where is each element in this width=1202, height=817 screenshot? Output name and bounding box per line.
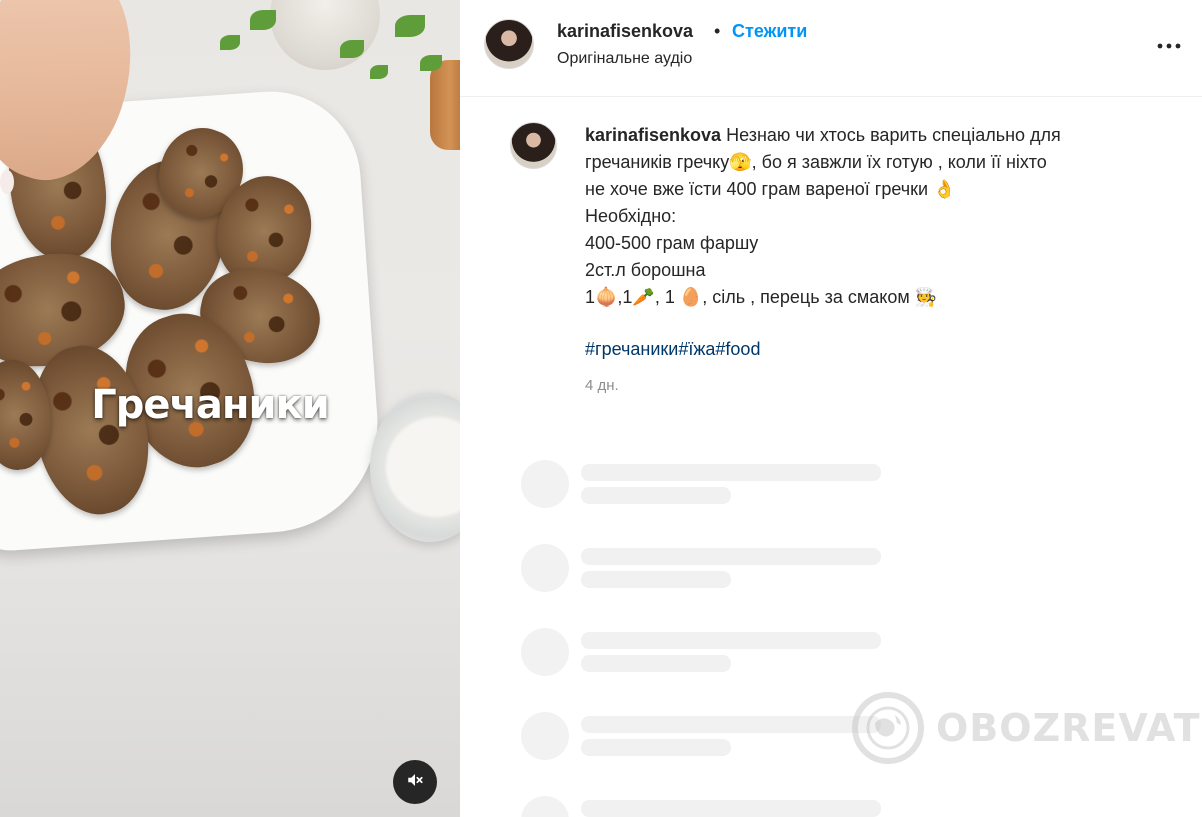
- skeleton-avatar: [521, 712, 569, 760]
- avatar[interactable]: [484, 19, 534, 69]
- skeleton-avatar: [521, 544, 569, 592]
- globe-icon: [852, 692, 924, 764]
- hand-nail: [0, 170, 14, 194]
- caption-line: 1🧅,1🥕, 1 🥚, сіль , перець за смаком 🧑‍🍳: [585, 287, 938, 307]
- skeleton-line: [581, 571, 731, 588]
- header-username-link[interactable]: karinafisenkova: [557, 21, 693, 42]
- wooden-object: [430, 60, 460, 150]
- follow-button[interactable]: Стежити: [732, 21, 807, 42]
- comment-skeleton: [521, 544, 891, 594]
- more-horizontal-icon: [1157, 36, 1181, 54]
- comment-skeleton: [521, 796, 891, 817]
- caption-line: 2ст.л борошна: [585, 260, 706, 280]
- video-overlay-title: Гречаники: [91, 382, 330, 428]
- comment-skeleton: [521, 628, 891, 678]
- skeleton-avatar: [521, 628, 569, 676]
- hashtag-link[interactable]: #food: [715, 339, 760, 359]
- post-header: karinafisenkova • Стежити Оригінальне ау…: [460, 0, 1202, 97]
- hashtags: #гречаники#їжа#food: [585, 339, 760, 360]
- skeleton-line: [581, 487, 731, 504]
- skeleton-line: [581, 632, 881, 649]
- post-caption: karinafisenkova Незнаю чи хтось варить с…: [585, 122, 1155, 311]
- speaker-muted-icon: [406, 771, 424, 794]
- skeleton-line: [581, 548, 881, 565]
- plant-leaf: [420, 55, 442, 71]
- skeleton-line: [581, 739, 731, 756]
- comment-skeleton: [521, 712, 891, 762]
- more-options-button[interactable]: [1154, 30, 1184, 60]
- skeleton-avatar: [521, 796, 569, 817]
- hashtag-link[interactable]: #гречаники: [585, 339, 678, 359]
- skeleton-line: [581, 655, 731, 672]
- hashtag-link[interactable]: #їжа: [678, 339, 715, 359]
- plant-leaf: [250, 10, 276, 30]
- post-timestamp[interactable]: 4 дн.: [585, 377, 619, 394]
- caption-username-link[interactable]: karinafisenkova: [585, 125, 721, 145]
- skeleton-line: [581, 716, 881, 733]
- caption-line: не хоче вже їсти 400 грам вареної гречки…: [585, 179, 956, 199]
- plant-leaf: [340, 40, 364, 58]
- plant-pot: [270, 0, 380, 70]
- plant-leaf: [395, 15, 425, 37]
- caption-avatar[interactable]: [510, 122, 557, 169]
- skeleton-avatar: [521, 460, 569, 508]
- separator-dot: •: [714, 21, 721, 41]
- caption-line-1: karinafisenkova Незнаю чи хтось варить с…: [585, 122, 1155, 149]
- caption-line: Необхідно:: [585, 206, 677, 226]
- caption-line: 400-500 грам фаршу: [585, 233, 759, 253]
- mute-button[interactable]: [393, 760, 437, 804]
- post-media[interactable]: Гречаники: [0, 0, 460, 817]
- plant-leaf: [220, 35, 240, 50]
- skeleton-line: [581, 464, 881, 481]
- watermark: OBOZREVATEL: [852, 692, 1202, 764]
- watermark-text: OBOZREVATEL: [936, 706, 1202, 750]
- caption-text: Незнаю чи хтось варить спеціально для: [726, 125, 1061, 145]
- plant-leaf: [370, 65, 388, 79]
- original-audio-link[interactable]: Оригінальне аудіо: [557, 50, 692, 68]
- caption-line: гречаників гречку🫣, бо я завжли їх готую…: [585, 152, 1047, 172]
- comment-skeleton: [521, 460, 891, 510]
- skeleton-line: [581, 800, 881, 817]
